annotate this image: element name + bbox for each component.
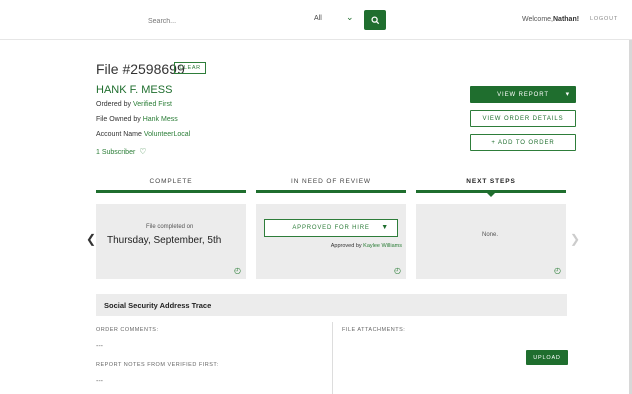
ordered-by-link[interactable]: Verified First: [133, 101, 172, 108]
column-review-label: IN NEED OF REVIEW: [291, 178, 371, 185]
active-column-pointer: [486, 192, 496, 197]
search-button[interactable]: [364, 10, 386, 30]
file-title: File #2598699: [96, 61, 185, 77]
logout-button[interactable]: LOGOUT: [590, 16, 618, 22]
next-steps-value: None.: [482, 232, 499, 238]
top-header: All ⌄ Welcome,Nathan! LOGOUT: [0, 0, 632, 40]
clock-icon: ◴: [554, 266, 561, 275]
chevron-left-icon[interactable]: ❮: [86, 232, 96, 246]
review-status-dropdown[interactable]: APPROVED FOR HIRE ▼: [264, 219, 398, 237]
view-order-details-button[interactable]: VIEW ORDER DETAILS: [470, 110, 576, 127]
client-name: HANK F. MESS: [96, 84, 173, 96]
section-title: Social Security Address Trace: [104, 301, 212, 310]
bell-icon[interactable]: ♡: [139, 147, 146, 156]
subscriber-link[interactable]: 1 Subscriber ♡: [96, 147, 146, 156]
column-complete-bar: [96, 190, 246, 193]
chevron-right-icon[interactable]: ❯: [570, 232, 580, 246]
welcome-message: Welcome,Nathan!: [522, 16, 579, 23]
view-report-button[interactable]: VIEW REPORT ▾: [470, 86, 576, 103]
approved-by-link[interactable]: Kaylee Williams: [363, 243, 402, 249]
owned-by-link[interactable]: Hank Mess: [143, 116, 178, 123]
column-divider: [332, 322, 333, 394]
owned-by-label: File Owned by: [96, 116, 141, 123]
search-input[interactable]: [148, 12, 308, 30]
approved-by-line: Approved by Kaylee Williams: [331, 243, 402, 249]
chevron-down-icon: ▼: [381, 224, 389, 231]
clear-button[interactable]: CLEAR: [174, 62, 206, 74]
order-comments-label: ORDER COMMENTS:: [96, 327, 159, 333]
account-label: Account Name: [96, 131, 142, 138]
subscriber-label: 1 Subscriber: [96, 149, 136, 156]
upload-button[interactable]: UPLOAD: [526, 350, 568, 365]
chevron-down-icon[interactable]: ⌄: [346, 12, 354, 23]
column-next-steps-label: NEXT STEPS: [466, 178, 516, 185]
ordered-by-label: Ordered by: [96, 101, 132, 108]
account-link[interactable]: VolunteerLocal: [144, 131, 190, 138]
review-panel: APPROVED FOR HIRE ▼ Approved by Kaylee W…: [256, 204, 406, 279]
next-steps-panel: None. ◴: [416, 204, 566, 279]
search-filter-select[interactable]: All: [314, 15, 322, 22]
report-notes-label: REPORT NOTES FROM VERIFIED FIRST:: [96, 362, 219, 368]
ordered-by-line: Ordered by Verified First: [96, 101, 172, 108]
order-comments-value: ---: [96, 343, 103, 350]
add-to-order-button[interactable]: + ADD TO ORDER: [470, 134, 576, 151]
approved-by-label: Approved by: [330, 243, 362, 249]
search-section-header: Social Security Address Trace: [96, 294, 567, 316]
clock-icon: ◴: [234, 266, 241, 275]
account-line: Account Name VolunteerLocal: [96, 131, 190, 138]
chevron-down-icon[interactable]: ▾: [566, 90, 570, 98]
owned-by-line: File Owned by Hank Mess: [96, 116, 178, 123]
review-status-value: APPROVED FOR HIRE: [292, 225, 370, 231]
user-name: Nathan!: [553, 16, 580, 23]
completed-date: Thursday, September, 5th: [107, 235, 222, 246]
view-report-label: VIEW REPORT: [497, 91, 549, 98]
column-review-bar: [256, 190, 406, 193]
column-complete-label: COMPLETE: [149, 178, 193, 185]
search-icon: [370, 15, 379, 24]
complete-panel: File completed on Thursday, September, 5…: [96, 204, 246, 279]
welcome-prefix: Welcome,: [522, 16, 553, 23]
file-attachments-label: FILE ATTACHMENTS:: [342, 327, 406, 333]
clock-icon: ◴: [394, 266, 401, 275]
report-notes-value: ---: [96, 378, 103, 385]
completed-on-label: File completed on: [146, 224, 194, 230]
